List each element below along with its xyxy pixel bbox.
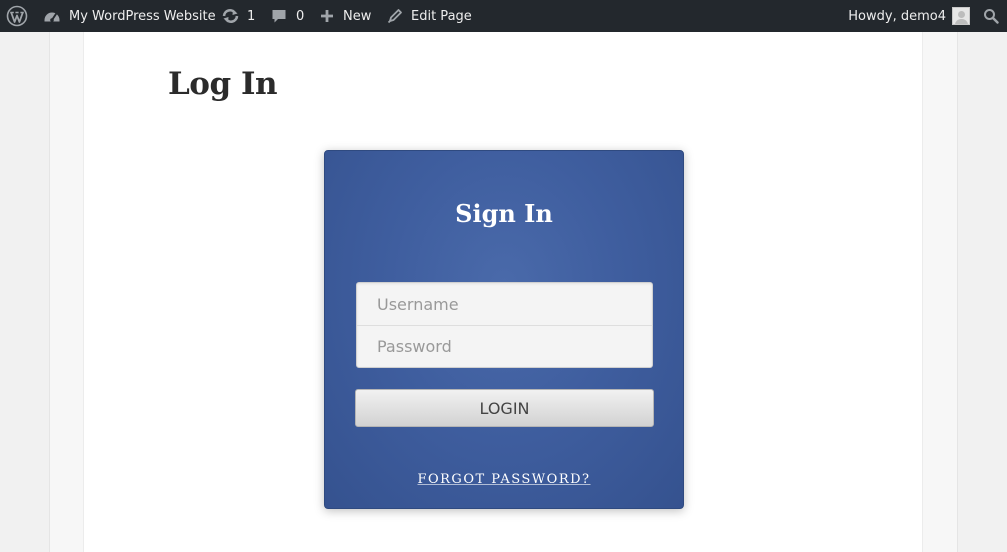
plus-icon — [321, 10, 333, 22]
comments-count: 0 — [296, 8, 305, 24]
login-fields — [356, 282, 653, 368]
updates-icon — [222, 9, 239, 23]
comments-link[interactable]: 0 — [271, 0, 304, 32]
forgot-password-link[interactable]: FORGOT PASSWORD? — [417, 472, 590, 487]
search-icon[interactable] — [983, 0, 999, 32]
page-title: Log In — [168, 66, 277, 102]
new-content-link[interactable]: New — [320, 0, 371, 32]
login-card: Sign In LOGIN FORGOT PASSWORD? — [324, 150, 684, 509]
updates-link[interactable]: 1 — [221, 0, 255, 32]
pencil-icon — [387, 9, 402, 24]
forgot-password-container: FORGOT PASSWORD? — [325, 468, 683, 487]
comments-icon — [272, 10, 286, 23]
my-account-link[interactable]: Howdy, demo4 — [848, 0, 970, 32]
site-name-label: My WordPress Website — [69, 8, 216, 24]
password-input[interactable] — [357, 325, 652, 367]
edit-page-link[interactable]: Edit Page — [387, 0, 472, 32]
avatar — [952, 7, 970, 25]
login-button[interactable]: LOGIN — [355, 389, 654, 427]
admin-bar: My WordPress Website 1 0 New Edit Page H… — [0, 0, 1007, 32]
dashboard-icon — [44, 12, 60, 22]
login-heading: Sign In — [455, 199, 553, 228]
updates-count: 1 — [247, 8, 256, 24]
wordpress-logo-icon[interactable] — [6, 0, 28, 32]
edit-page-label: Edit Page — [411, 8, 472, 24]
new-label: New — [343, 8, 372, 24]
username-input[interactable] — [357, 283, 652, 325]
howdy-label: Howdy, demo4 — [848, 8, 946, 24]
site-name-link[interactable]: My WordPress Website — [43, 0, 216, 32]
